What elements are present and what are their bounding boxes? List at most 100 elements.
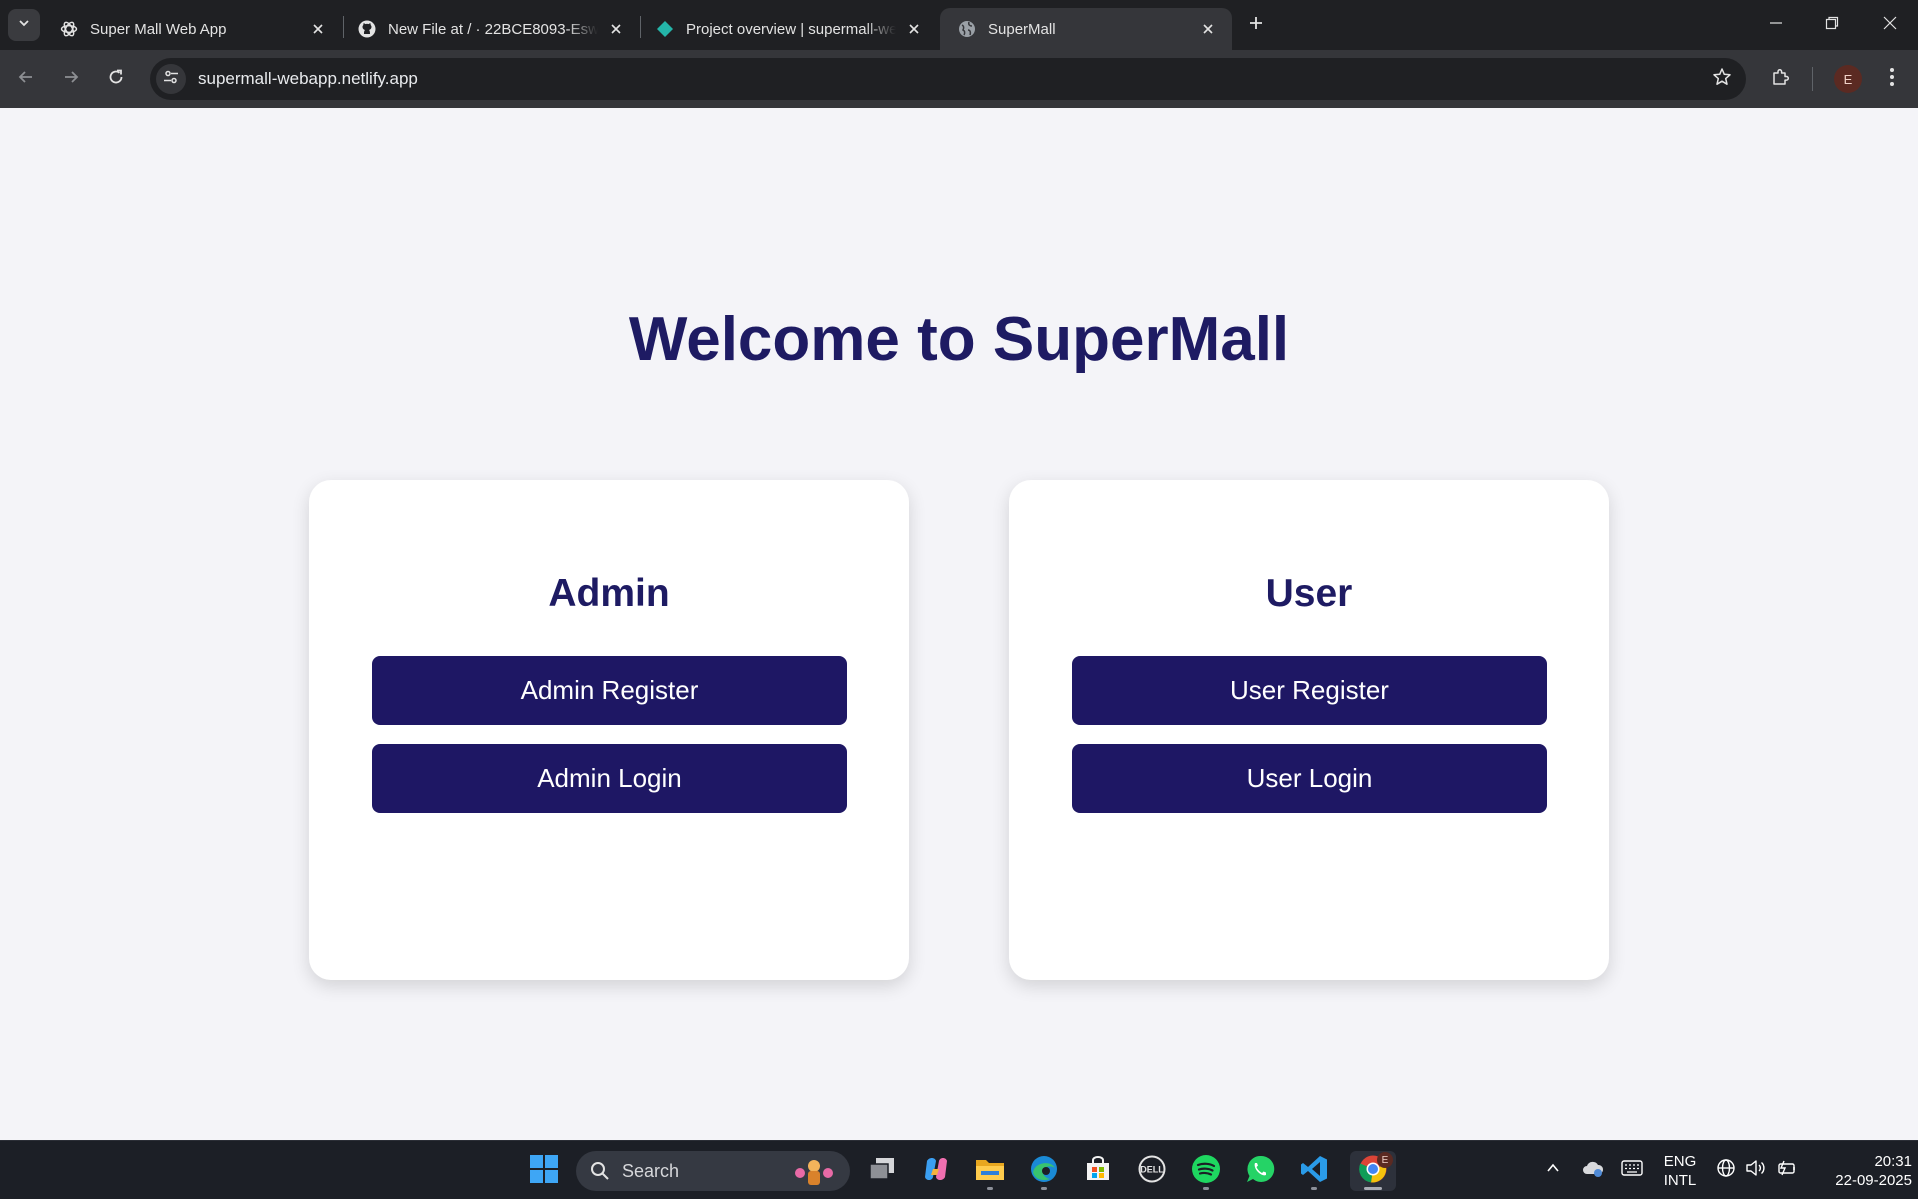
show-hidden-icons-button[interactable] <box>1538 1141 1568 1199</box>
tune-icon <box>163 69 179 90</box>
running-indicator <box>987 1187 993 1190</box>
toolbar-divider <box>1812 67 1813 91</box>
menu-button[interactable] <box>1876 63 1908 95</box>
speaker-icon <box>1745 1158 1767 1183</box>
copilot-button[interactable] <box>916 1151 956 1191</box>
extensions-button[interactable] <box>1765 63 1797 95</box>
spotify-button[interactable] <box>1186 1151 1226 1191</box>
reload-button[interactable] <box>100 63 132 95</box>
running-indicator <box>1203 1187 1209 1190</box>
user-card-title: User <box>1265 572 1353 615</box>
tab-title: Super Mall Web App <box>90 20 227 38</box>
user-login-button[interactable]: User Login <box>1072 744 1547 813</box>
running-indicator <box>1311 1187 1317 1190</box>
clock-date: 22-09-2025 <box>1835 1171 1912 1189</box>
profile-avatar[interactable]: E <box>1834 65 1862 93</box>
tab-super-mall-web-app[interactable]: Super Mall Web App <box>42 8 342 50</box>
arrow-left-icon <box>17 68 35 91</box>
chrome-profile-badge: E <box>1377 1152 1393 1168</box>
tab-title: SuperMall <box>988 20 1056 38</box>
clock-time: 20:31 <box>1874 1152 1912 1170</box>
vs-code-button[interactable] <box>1294 1151 1334 1191</box>
window-close-button[interactable] <box>1862 0 1918 50</box>
globe-icon <box>958 20 976 38</box>
tab-search-button[interactable] <box>8 9 40 41</box>
task-view-button[interactable] <box>862 1151 902 1191</box>
restore-button[interactable] <box>1804 0 1860 50</box>
start-button[interactable] <box>524 1151 564 1191</box>
page-title: Welcome to SuperMall <box>628 305 1290 374</box>
language-code: ENG <box>1663 1152 1697 1170</box>
user-register-button[interactable]: User Register <box>1072 656 1547 725</box>
admin-card: Admin Admin Register Admin Login <box>309 480 909 980</box>
bookmark-button[interactable] <box>1710 67 1734 91</box>
battery-button[interactable] <box>1772 1141 1800 1199</box>
language-indicator[interactable]: ENG INTL <box>1656 1141 1704 1199</box>
minimize-button[interactable] <box>1748 0 1804 50</box>
dell-button[interactable]: DELL <box>1132 1151 1172 1191</box>
close-icon[interactable] <box>606 19 626 39</box>
tab-netlify-project-overview[interactable]: Project overview | supermall-webapp <box>638 8 938 50</box>
file-explorer-button[interactable] <box>970 1151 1010 1191</box>
admin-login-button[interactable]: Admin Login <box>372 744 847 813</box>
vs-code-icon <box>1299 1154 1329 1189</box>
close-icon[interactable] <box>308 19 328 39</box>
edge-button[interactable] <box>1024 1151 1064 1191</box>
windows-logo-icon <box>529 1154 559 1189</box>
edge-icon <box>1029 1154 1059 1189</box>
globe-icon <box>1716 1158 1736 1183</box>
back-button[interactable] <box>10 63 42 95</box>
browser-toolbar: supermall-webapp.netlify.app E <box>0 50 1918 108</box>
whatsapp-button[interactable] <box>1240 1151 1280 1191</box>
search-icon <box>590 1161 610 1181</box>
taskbar-search[interactable]: Search <box>576 1151 850 1191</box>
reload-icon <box>107 68 125 91</box>
tab-title: New File at / · 22BCE8093-Eswar <box>388 20 598 38</box>
admin-card-title: Admin <box>548 572 670 615</box>
tab-title: Project overview | supermall-webapp <box>686 20 896 38</box>
admin-register-button[interactable]: Admin Register <box>372 656 847 725</box>
site-info-button[interactable] <box>156 64 186 94</box>
star-icon <box>1712 67 1732 92</box>
chevron-down-icon <box>17 16 31 35</box>
clock-button[interactable]: 20:31 22-09-2025 <box>1806 1141 1912 1199</box>
running-indicator <box>1364 1187 1382 1190</box>
task-view-icon <box>868 1156 896 1187</box>
cloud-icon <box>1581 1158 1605 1183</box>
running-indicator <box>1041 1187 1047 1190</box>
microsoft-store-button[interactable] <box>1078 1151 1118 1191</box>
search-highlight-icon <box>788 1155 840 1187</box>
arrow-right-icon <box>62 68 80 91</box>
close-icon[interactable] <box>904 19 924 39</box>
whatsapp-icon <box>1245 1154 1275 1189</box>
touch-keyboard-button[interactable] <box>1616 1141 1648 1199</box>
search-label: Search <box>622 1160 680 1181</box>
onedrive-button[interactable] <box>1578 1141 1608 1199</box>
svg-text:DELL: DELL <box>1140 1164 1164 1174</box>
page-content: Welcome to SuperMall Admin Admin Registe… <box>0 108 1918 1140</box>
tab-github-new-file[interactable]: New File at / · 22BCE8093-Eswar <box>340 8 640 50</box>
plus-icon <box>1248 15 1264 36</box>
close-icon[interactable] <box>1198 19 1218 39</box>
copilot-icon <box>921 1155 951 1188</box>
github-icon <box>358 20 376 38</box>
url-text: supermall-webapp.netlify.app <box>198 69 418 88</box>
dell-icon: DELL <box>1137 1154 1167 1189</box>
chrome-button[interactable]: E <box>1350 1151 1396 1191</box>
minimize-icon <box>1769 16 1783 35</box>
puzzle-icon <box>1771 67 1791 92</box>
volume-button[interactable] <box>1742 1141 1770 1199</box>
network-button[interactable] <box>1712 1141 1740 1199</box>
store-icon <box>1084 1155 1112 1188</box>
spotify-icon <box>1191 1154 1221 1189</box>
netlify-icon <box>656 20 674 38</box>
chevron-up-icon <box>1545 1160 1561 1181</box>
tab-strip: Super Mall Web App New File at / · 22BCE… <box>0 0 1918 50</box>
tab-supermall[interactable]: SuperMall <box>940 8 1232 50</box>
battery-charging-icon <box>1775 1158 1797 1183</box>
forward-button[interactable] <box>55 63 87 95</box>
address-bar[interactable]: supermall-webapp.netlify.app <box>150 58 1746 100</box>
keyboard-icon <box>1621 1160 1643 1181</box>
folder-icon <box>974 1155 1006 1188</box>
new-tab-button[interactable] <box>1242 11 1270 39</box>
